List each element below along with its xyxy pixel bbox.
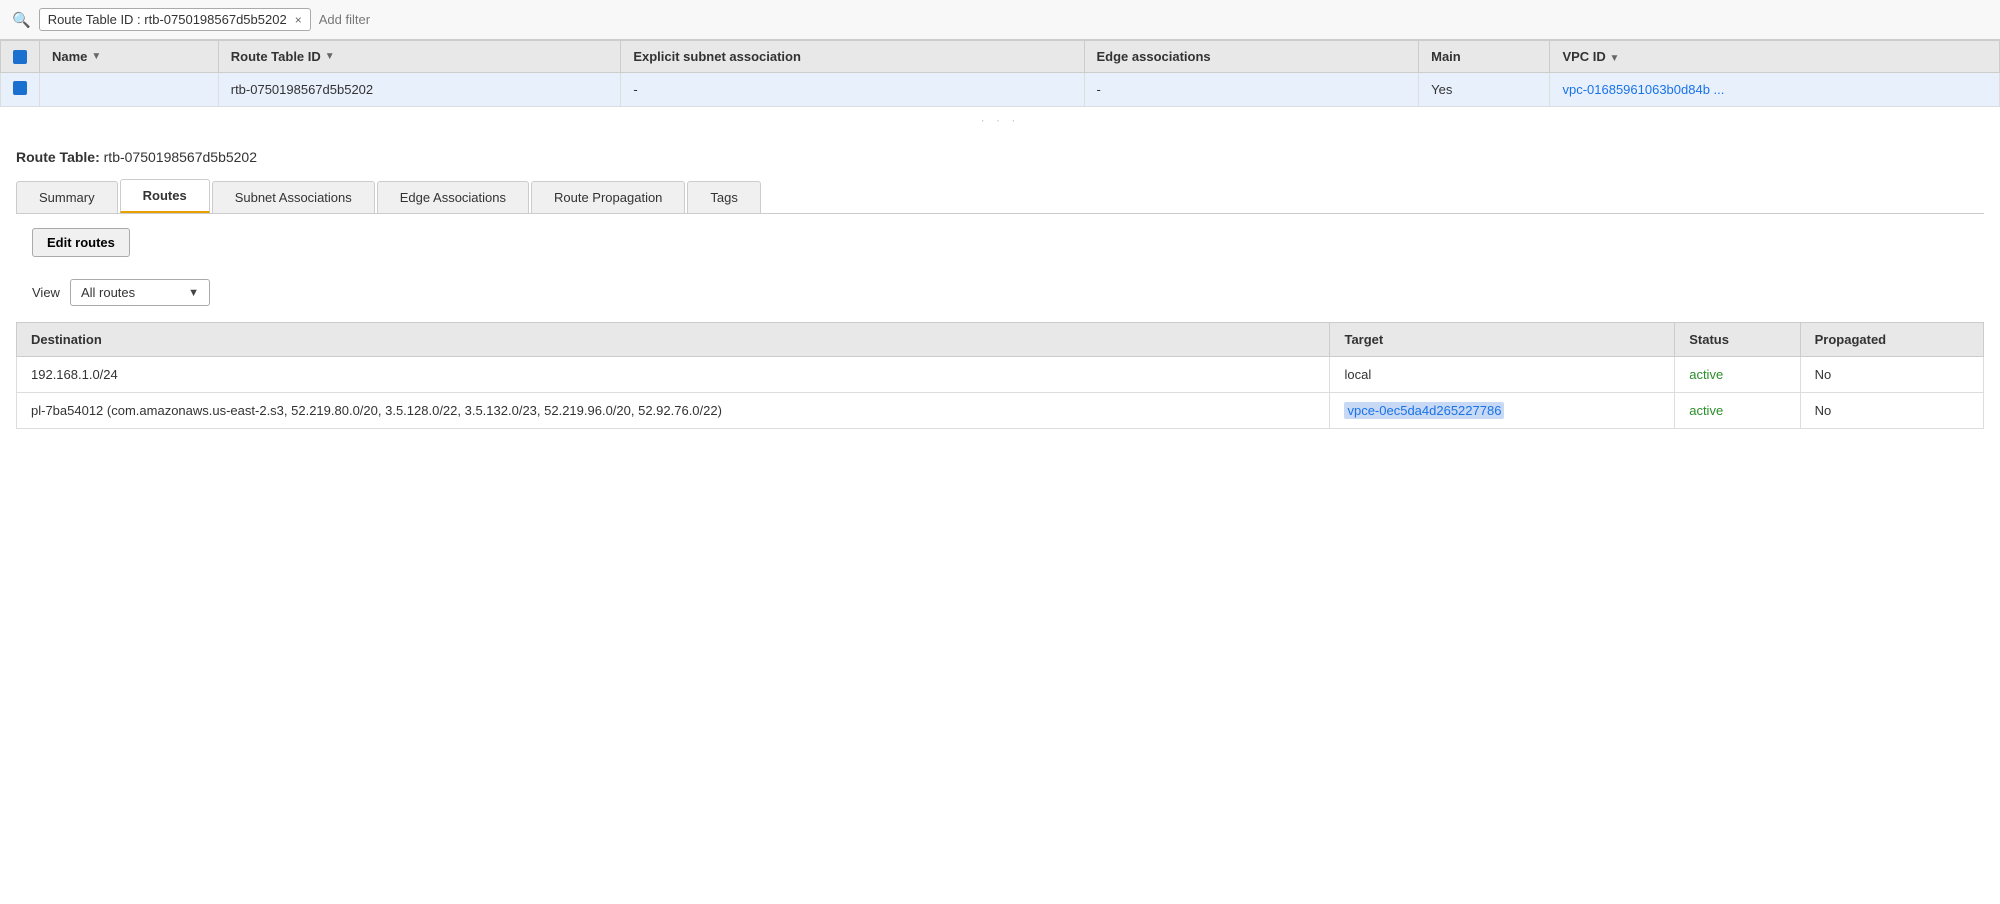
col-header-checkbox[interactable] <box>1 41 40 73</box>
route-target-1[interactable]: vpce-0ec5da4d265227786 <box>1330 393 1675 429</box>
search-icon: 🔍 <box>12 11 31 29</box>
add-filter-input[interactable]: Add filter <box>319 12 370 27</box>
route-tables-table: Name ▼ Route Table ID ▼ Explicit subnet … <box>0 40 2000 107</box>
row-explicit-subnet: - <box>621 73 1084 107</box>
view-label: View <box>32 285 60 300</box>
route-destination-1: pl-7ba54012 (com.amazonaws.us-east-2.s3,… <box>17 393 1330 429</box>
view-row: View All routes ▼ <box>16 271 1984 322</box>
tab-edge-associations[interactable]: Edge Associations <box>377 181 529 213</box>
col-header-edge-assoc: Edge associations <box>1084 41 1419 73</box>
row-main: Yes <box>1419 73 1550 107</box>
route-status-badge-1: active <box>1689 403 1723 418</box>
view-select-dropdown[interactable]: All routes ▼ <box>70 279 210 306</box>
col-route-table-id-label: Route Table ID <box>231 49 321 64</box>
col-edge-assoc-label: Edge associations <box>1097 49 1211 64</box>
resize-handle: · · · <box>0 107 2000 133</box>
tab-tags[interactable]: Tags <box>687 181 760 213</box>
row-name <box>40 73 219 107</box>
route-row-0: 192.168.1.0/24 local active No <box>17 357 1984 393</box>
search-bar: 🔍 Route Table ID : rtb-0750198567d5b5202… <box>0 0 2000 40</box>
route-row-1: pl-7ba54012 (com.amazonaws.us-east-2.s3,… <box>17 393 1984 429</box>
col-explicit-subnet-label: Explicit subnet association <box>633 49 801 64</box>
route-status-0: active <box>1675 357 1800 393</box>
select-all-checkbox[interactable] <box>13 50 27 64</box>
vpc-id-sort-icon: ▼ <box>1609 53 1619 64</box>
tabs-row: Summary Routes Subnet Associations Edge … <box>16 179 1984 214</box>
routes-col-header-propagated: Propagated <box>1800 323 1983 357</box>
route-target-0: local <box>1330 357 1675 393</box>
tab-summary[interactable]: Summary <box>16 181 118 213</box>
route-status-badge-0: active <box>1689 367 1723 382</box>
route-status-1: active <box>1675 393 1800 429</box>
view-select-value: All routes <box>81 285 135 300</box>
route-propagated-0: No <box>1800 357 1983 393</box>
route-table-label: Route Table: rtb-0750198567d5b5202 <box>16 149 1984 165</box>
routes-col-header-status: Status <box>1675 323 1800 357</box>
col-header-explicit-subnet: Explicit subnet association <box>621 41 1084 73</box>
table-row[interactable]: rtb-0750198567d5b5202 - - Yes vpc-016859… <box>1 73 2000 107</box>
col-header-main: Main <box>1419 41 1550 73</box>
col-name-label: Name <box>52 49 87 64</box>
row-vpc-id[interactable]: vpc-01685961063b0d84b ... <box>1550 73 2000 107</box>
row-checkbox-cell[interactable] <box>1 73 40 107</box>
filter-tag-close[interactable]: × <box>295 13 302 27</box>
edit-routes-button[interactable]: Edit routes <box>32 228 130 257</box>
tab-subnet-associations[interactable]: Subnet Associations <box>212 181 375 213</box>
row-edge-assoc: - <box>1084 73 1419 107</box>
routes-col-header-destination: Destination <box>17 323 1330 357</box>
routes-col-header-target: Target <box>1330 323 1675 357</box>
row-checkbox[interactable] <box>13 81 27 95</box>
routes-toolbar: Edit routes <box>16 214 1984 271</box>
view-select-arrow: ▼ <box>188 287 199 299</box>
routes-table: Destination Target Status Propagated 192… <box>16 322 1984 429</box>
tab-routes[interactable]: Routes <box>120 179 210 213</box>
row-route-table-id: rtb-0750198567d5b5202 <box>218 73 621 107</box>
filter-tag-text: Route Table ID : rtb-0750198567d5b5202 <box>48 12 287 27</box>
route-table-detail-id: rtb-0750198567d5b5202 <box>104 149 257 165</box>
route-table-id-sort-icon: ▼ <box>325 51 335 62</box>
route-propagated-1: No <box>1800 393 1983 429</box>
route-destination-0: 192.168.1.0/24 <box>17 357 1330 393</box>
name-sort-icon: ▼ <box>91 51 101 62</box>
vpc-id-link[interactable]: vpc-01685961063b0d84b ... <box>1562 82 1724 97</box>
col-header-name[interactable]: Name ▼ <box>40 41 219 73</box>
col-header-route-table-id[interactable]: Route Table ID ▼ <box>218 41 621 73</box>
col-vpc-id-label: VPC ID <box>1562 49 1605 64</box>
col-header-vpc-id: VPC ID ▼ <box>1550 41 2000 73</box>
detail-section: Route Table: rtb-0750198567d5b5202 Summa… <box>0 133 2000 429</box>
filter-tag[interactable]: Route Table ID : rtb-0750198567d5b5202 × <box>39 8 311 31</box>
tab-route-propagation[interactable]: Route Propagation <box>531 181 685 213</box>
col-main-label: Main <box>1431 49 1461 64</box>
route-target-link-1[interactable]: vpce-0ec5da4d265227786 <box>1344 402 1504 419</box>
